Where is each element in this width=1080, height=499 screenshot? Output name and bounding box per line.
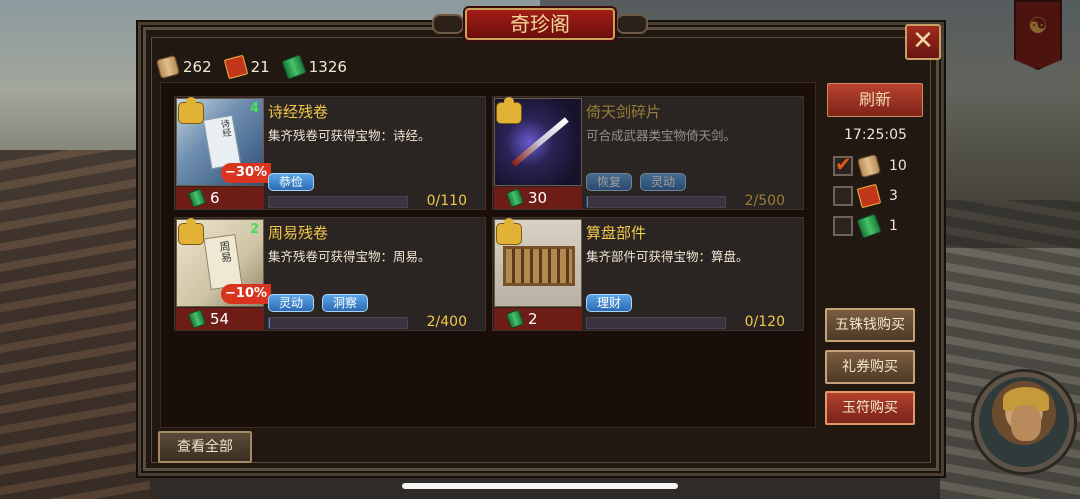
general-avatar[interactable] (974, 372, 1074, 472)
item-tags: 灵动 洞察 (268, 294, 376, 312)
option-value: 3 (889, 188, 898, 204)
item-name: 周易残卷 (268, 224, 329, 242)
jade-icon (505, 188, 525, 208)
item-description: 集齐残卷可获得宝物：周易。 (268, 249, 431, 264)
currency-jade: 1326 (280, 54, 347, 80)
tag-badge: 灵动 (268, 294, 315, 312)
buy-wuzhu-button[interactable]: 五铢钱购买 (825, 308, 915, 342)
option-value: 10 (889, 158, 907, 174)
currency-scroll: 262 (155, 54, 212, 80)
currency-row: 262 21 1326 (155, 54, 361, 80)
price-bar: 6 (176, 187, 264, 209)
scroll-icon (856, 153, 882, 179)
progress-bar (586, 196, 726, 208)
currency-ticket: 21 (223, 54, 270, 80)
item-thumbnail[interactable]: 周易 2 −10% (176, 218, 272, 307)
puzzle-icon (497, 97, 521, 123)
progress-fill (587, 197, 588, 207)
face-icon (1011, 405, 1041, 441)
item-thumbnail[interactable] (494, 218, 582, 307)
discount-badge: −30% (221, 163, 272, 183)
item-description: 集齐残卷可获得宝物：诗经。 (268, 128, 431, 143)
item-name: 诗经残卷 (268, 103, 329, 121)
price-value: 54 (210, 310, 230, 328)
price-value: 30 (528, 189, 548, 207)
abacus-icon (503, 246, 575, 286)
owned-count: 2 (249, 222, 259, 237)
checkbox[interactable] (833, 216, 853, 236)
price-bar: 30 (494, 187, 582, 209)
price-value: 2 (528, 310, 538, 328)
progress-text: 0/120 (744, 314, 785, 330)
puzzle-icon (497, 218, 521, 244)
item-thumbnail[interactable] (494, 97, 582, 186)
item-tags: 恢复 灵动 (586, 173, 694, 191)
puzzle-icon (179, 97, 203, 123)
discount-badge: −10% (221, 284, 272, 304)
price-bar: 54 (176, 308, 264, 330)
book-cover-icon: 诗经 (202, 114, 242, 170)
tag-badge: 理财 (586, 294, 633, 312)
checkbox[interactable] (833, 186, 853, 206)
currency-ticket-value: 21 (250, 58, 270, 76)
item-card[interactable]: 30 倚天剑碎片 可合成武器类宝物倚天剑。 恢复 灵动 2/500 (492, 96, 804, 210)
tag-badge: 洞察 (322, 294, 369, 312)
item-name: 算盘部件 (586, 224, 647, 242)
item-description: 集齐部件可获得宝物：算盘。 (586, 249, 749, 264)
view-all-button[interactable]: 查看全部 (158, 431, 252, 463)
book-cover-icon: 周易 (203, 234, 243, 290)
progress-text: 0/110 (426, 193, 467, 209)
item-card[interactable]: 诗经 4 −30% 6 诗经残卷 集齐残卷可获得宝物：诗经。 恭俭 0/110 (174, 96, 486, 210)
option-value: 1 (889, 218, 898, 234)
progress-fill (269, 318, 270, 328)
item-tags: 恭俭 (268, 173, 322, 191)
currency-jade-value: 1326 (308, 58, 347, 76)
item-name: 倚天剑碎片 (586, 103, 662, 121)
item-tags: 理财 (586, 294, 640, 312)
close-button[interactable]: ✕ (905, 24, 941, 60)
progress-text: 2/500 (744, 193, 785, 209)
buy-jade-button[interactable]: 玉符购买 (825, 391, 915, 425)
progress-bar (268, 196, 408, 208)
progress-bar (268, 317, 408, 329)
tag-badge: 恭俭 (268, 173, 315, 191)
buy-voucher-button[interactable]: 礼券购买 (825, 350, 915, 384)
refresh-button[interactable]: 刷新 (827, 83, 923, 117)
tag-badge: 灵动 (640, 173, 687, 191)
progress-text: 2/400 (426, 314, 467, 330)
window-title: 奇珍阁 (465, 8, 615, 40)
item-description: 可合成武器类宝物倚天剑。 (586, 128, 737, 143)
item-thumbnail[interactable]: 诗经 4 −30% (176, 97, 272, 186)
jade-icon (280, 54, 307, 80)
ticket-icon (223, 54, 248, 80)
refresh-option-ticket[interactable]: 3 (833, 183, 898, 209)
progress-bar (586, 317, 726, 329)
background-rooftops-left (0, 150, 150, 499)
scroll-icon (155, 54, 181, 80)
home-indicator[interactable] (402, 483, 678, 489)
tag-badge: 恢复 (586, 173, 633, 191)
jade-icon (505, 309, 525, 329)
owned-count: 4 (249, 101, 259, 116)
title-ornament-left (432, 14, 464, 34)
checkbox-checked[interactable] (833, 152, 853, 176)
refresh-option-scroll[interactable]: 10 (833, 152, 907, 179)
title-ornament-right (616, 14, 648, 34)
price-value: 6 (210, 189, 220, 207)
ticket-icon (856, 183, 882, 209)
currency-scroll-value: 262 (183, 58, 212, 76)
jade-icon (856, 213, 882, 239)
item-card[interactable]: 周易 2 −10% 54 周易残卷 集齐残卷可获得宝物：周易。 灵动 洞察 2/… (174, 217, 486, 331)
item-card[interactable]: 2 算盘部件 集齐部件可获得宝物：算盘。 理财 0/120 (492, 217, 804, 331)
refresh-option-jade[interactable]: 1 (833, 213, 898, 239)
puzzle-icon (179, 218, 203, 244)
jade-icon (187, 188, 207, 208)
sword-icon (511, 117, 569, 167)
price-bar: 2 (494, 308, 582, 330)
jade-icon (187, 309, 207, 329)
refresh-timer: 17:25:05 (844, 127, 907, 143)
